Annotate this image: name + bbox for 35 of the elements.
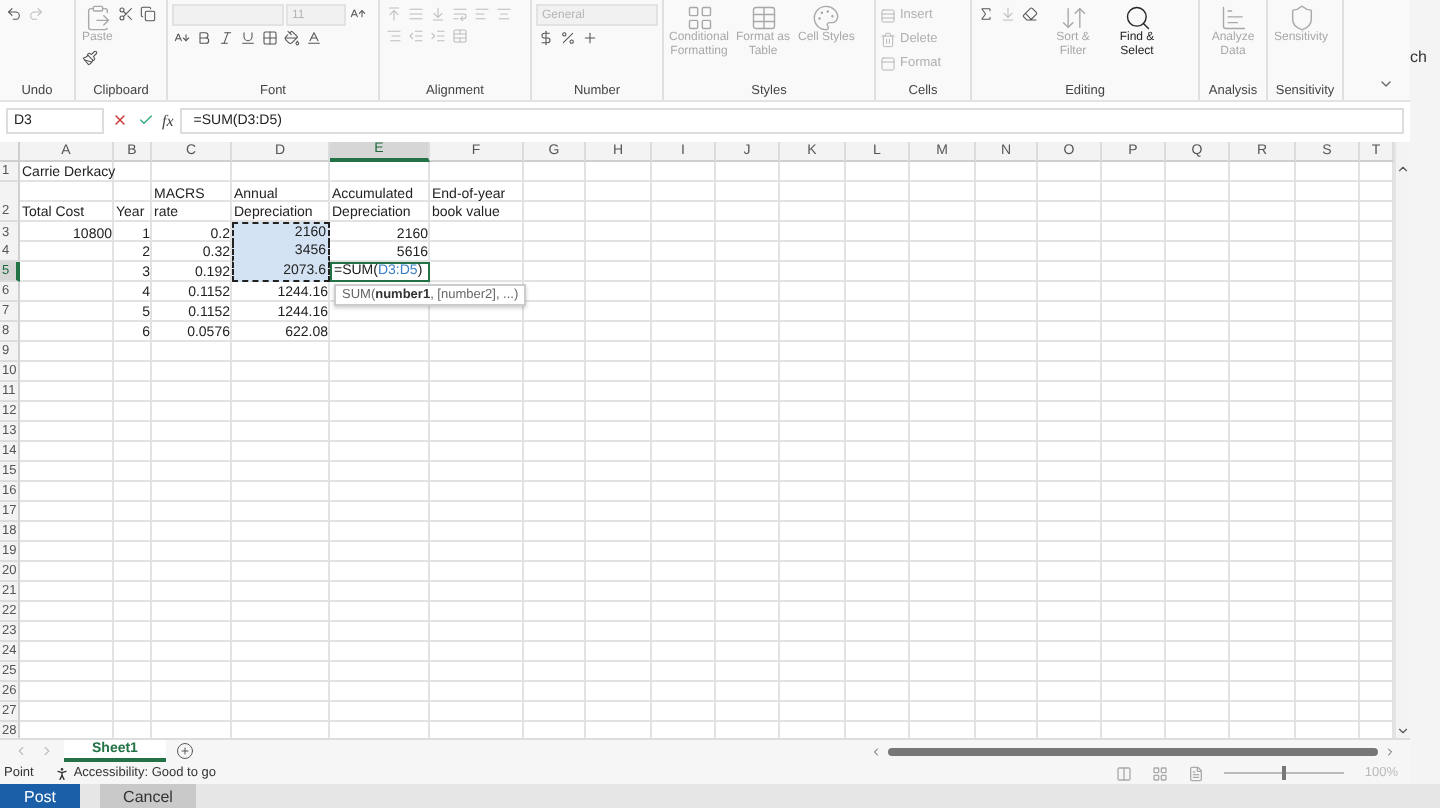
fill-color-icon[interactable] <box>282 28 302 48</box>
scissors-icon[interactable] <box>116 4 137 24</box>
background-text: ch <box>1410 48 1427 66</box>
italic-icon[interactable] <box>216 28 236 48</box>
underline-icon[interactable] <box>238 28 258 48</box>
border-icon[interactable] <box>260 28 280 48</box>
page-break-icon[interactable] <box>1188 765 1205 782</box>
paintbrush-icon[interactable] <box>80 48 100 68</box>
undo-icon[interactable] <box>4 4 24 24</box>
cancel-button[interactable]: Cancel <box>100 784 196 808</box>
percent-icon[interactable] <box>558 28 578 48</box>
table-icon <box>749 4 777 32</box>
dollar-icon[interactable] <box>536 28 556 48</box>
page-layout-icon[interactable] <box>1152 765 1169 782</box>
eraser-icon[interactable] <box>1020 4 1040 24</box>
sort-icon <box>1059 4 1087 32</box>
paste-icon <box>83 4 112 32</box>
scroll-left-icon[interactable] <box>868 743 884 760</box>
chart-icon <box>1219 4 1247 32</box>
bold-icon[interactable] <box>194 28 214 48</box>
font-color-icon[interactable] <box>304 28 324 48</box>
accessibility-icon <box>53 765 70 782</box>
delete-icon <box>880 31 896 47</box>
copy-icon[interactable] <box>138 4 159 24</box>
add-sheet-icon[interactable] <box>173 740 196 763</box>
scroll-down-icon[interactable] <box>1396 724 1410 739</box>
sigma-icon[interactable] <box>976 4 996 24</box>
shield-icon <box>1287 4 1315 32</box>
post-button[interactable]: Post <box>0 784 80 808</box>
scroll-up-icon[interactable] <box>1396 161 1410 176</box>
search-icon <box>1123 4 1151 32</box>
insert-function-button[interactable]: fx <box>162 111 174 130</box>
scrollbar-thumb[interactable] <box>888 747 1378 756</box>
normal-view-icon[interactable] <box>1116 765 1133 782</box>
select-all-corner[interactable] <box>0 141 20 162</box>
